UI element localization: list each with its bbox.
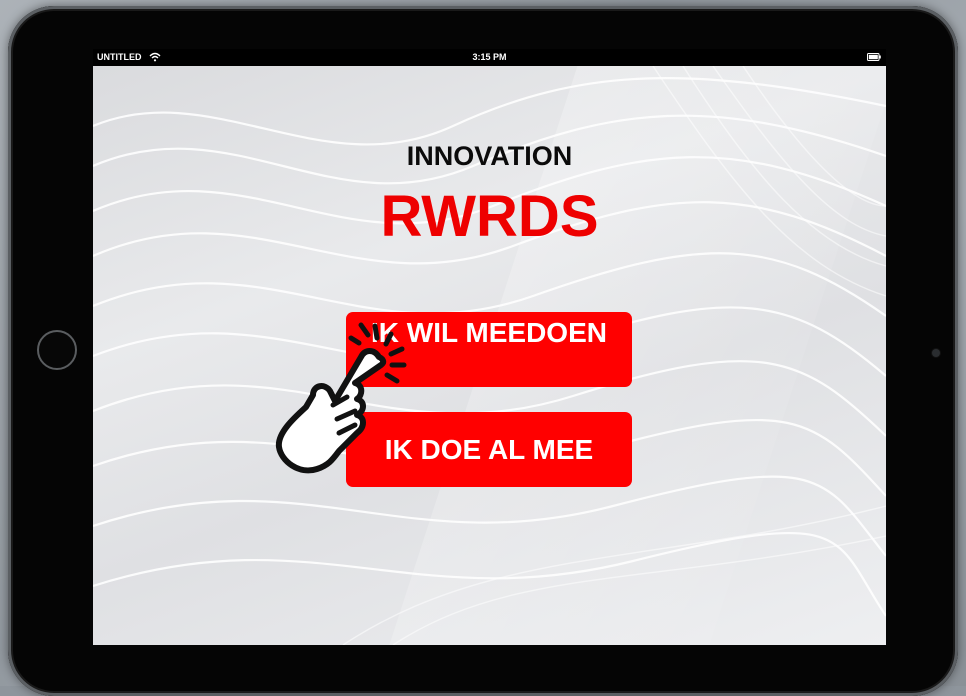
battery-icon (867, 53, 881, 61)
title-rwrds: RWRDS (380, 184, 599, 249)
status-bar: UNTITLED 3:15 PM (93, 49, 886, 66)
status-time: 3:15 PM (472, 52, 507, 62)
screen: UNTITLED 3:15 PM INNOVATION RWRDS IK WIL… (93, 49, 886, 645)
title-innovation: INNOVATION (406, 141, 573, 171)
home-button[interactable] (37, 330, 77, 370)
camera-icon (932, 349, 940, 357)
join-button[interactable]: IK WIL MEEDOEN (346, 312, 632, 387)
already-member-button[interactable]: IK DOE AL MEE (346, 412, 632, 487)
